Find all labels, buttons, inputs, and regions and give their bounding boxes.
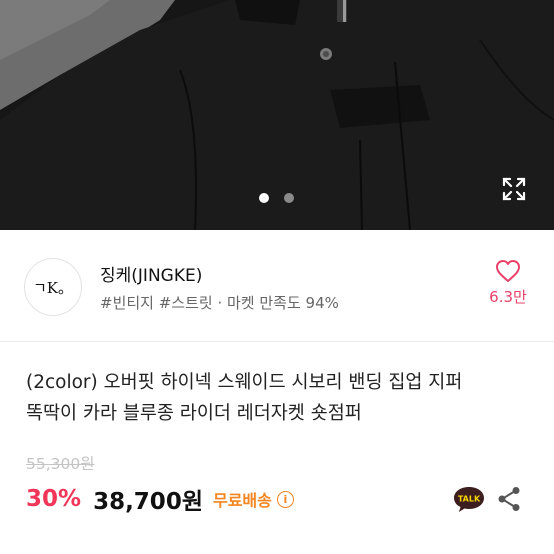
carousel-dot-2[interactable] <box>284 193 294 203</box>
price-row: 30% 38,700원 무료배송 i <box>26 482 294 516</box>
store-info[interactable]: ㄱK。 징케(JINGKE) #빈티지 #스트릿 · 마켓 만족도 94% 6.… <box>0 231 554 341</box>
product-image-gallery[interactable] <box>0 0 554 230</box>
discount-rate: 30% <box>26 486 82 512</box>
like-button[interactable]: 6.3만 <box>480 259 536 307</box>
product-title-line-1: (2color) 오버핏 하이넥 스웨이드 시보리 밴딩 집업 지퍼 <box>26 372 463 393</box>
free-shipping-label: 무료배송 <box>212 491 272 510</box>
talk-label: TALK <box>458 495 481 504</box>
expand-icon[interactable] <box>501 176 527 202</box>
product-photo <box>0 0 554 230</box>
product-info: (2color) 오버핏 하이넥 스웨이드 시보리 밴딩 집업 지퍼 똑딱이 카… <box>26 367 536 429</box>
share-icon[interactable] <box>497 486 521 512</box>
info-icon[interactable]: i <box>276 490 294 508</box>
carousel-dot-1[interactable] <box>259 193 269 203</box>
sale-price: 38,700원 <box>93 489 203 515</box>
store-logo[interactable]: ㄱK。 <box>24 258 82 316</box>
store-name[interactable]: 징케(JINGKE) <box>100 261 202 286</box>
section-divider <box>0 341 554 342</box>
original-price: 55,300원 <box>26 455 95 473</box>
like-count: 6.3만 <box>489 288 527 306</box>
product-title-line-2: 똑딱이 카라 블루종 라이더 레더자켓 숏점퍼 <box>26 403 362 424</box>
store-tags: #빈티지 #스트릿 · 마켓 만족도 94% <box>100 294 339 312</box>
heart-icon <box>496 260 520 282</box>
talk-chat-button[interactable]: TALK <box>452 484 486 514</box>
